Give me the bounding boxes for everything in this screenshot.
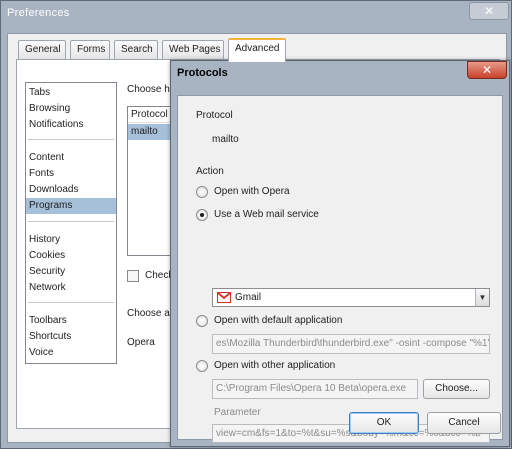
check-checkbox[interactable]	[127, 270, 139, 282]
tab-web-pages[interactable]: Web Pages	[162, 40, 224, 60]
category-fonts[interactable]: Fonts	[26, 166, 116, 182]
protocol-value: mailto	[212, 134, 239, 145]
open-with-default-label[interactable]: Open with default application	[214, 315, 342, 326]
category-toolbars[interactable]: Toolbars	[26, 313, 116, 329]
webmail-service-select[interactable]: Gmail ▼	[212, 288, 490, 307]
category-history[interactable]: History	[26, 232, 116, 248]
dialog-title: Protocols	[177, 67, 228, 79]
open-with-opera-radio[interactable]	[196, 186, 208, 198]
tab-forms[interactable]: Forms	[70, 40, 110, 60]
category-content[interactable]: Content	[26, 150, 116, 166]
close-icon[interactable]: ✕	[469, 2, 509, 20]
window-title: Preferences	[7, 7, 70, 19]
category-cookies[interactable]: Cookies	[26, 248, 116, 264]
category-divider	[28, 302, 114, 303]
gmail-icon	[217, 292, 231, 303]
category-network[interactable]: Network	[26, 280, 116, 296]
choose-handler-text: Choose he	[127, 84, 176, 95]
choose-button[interactable]: Choose...	[423, 379, 490, 399]
cancel-button[interactable]: Cancel	[427, 412, 501, 434]
category-voice[interactable]: Voice	[26, 345, 116, 361]
open-with-default-radio[interactable]	[196, 315, 208, 327]
other-application-field[interactable]: C:\Program Files\Opera 10 Beta\opera.exe	[212, 379, 418, 399]
open-with-other-radio[interactable]	[196, 360, 208, 372]
use-webmail-radio[interactable]	[196, 209, 208, 221]
protocol-label: Protocol	[196, 110, 233, 121]
open-with-other-label[interactable]: Open with other application	[214, 360, 335, 371]
webmail-service-value: Gmail	[235, 292, 262, 303]
open-with-opera-label[interactable]: Open with Opera	[214, 186, 290, 197]
tab-advanced[interactable]: Advanced	[228, 38, 286, 62]
close-icon[interactable]: ✕	[467, 61, 507, 79]
category-tabs[interactable]: Tabs	[26, 85, 116, 101]
opera-label: Opera	[127, 337, 155, 348]
category-notifications[interactable]: Notifications	[26, 117, 116, 133]
action-label: Action	[196, 166, 224, 177]
default-application-field[interactable]: es\Mozilla Thunderbird\thunderbird.exe" …	[212, 334, 490, 354]
protocols-dialog: Protocols ✕ Protocol mailto Action Open …	[170, 60, 510, 447]
use-webmail-label[interactable]: Use a Web mail service	[214, 209, 319, 220]
ok-button[interactable]: OK	[349, 412, 419, 434]
category-browsing[interactable]: Browsing	[26, 101, 116, 117]
choose-application-text: Choose ap	[127, 308, 176, 319]
category-programs[interactable]: Programs	[26, 198, 116, 214]
category-downloads[interactable]: Downloads	[26, 182, 116, 198]
tab-search[interactable]: Search	[114, 40, 158, 60]
category-divider	[28, 221, 114, 222]
tab-general[interactable]: General	[18, 40, 66, 60]
category-divider	[28, 139, 114, 140]
chevron-down-icon[interactable]: ▼	[475, 289, 489, 306]
dialog-body: Protocol mailto Action Open with Opera U…	[177, 95, 503, 443]
category-security[interactable]: Security	[26, 264, 116, 280]
category-list: Tabs Browsing Notifications Content Font…	[25, 82, 117, 364]
parameter-label: Parameter	[214, 407, 261, 418]
category-shortcuts[interactable]: Shortcuts	[26, 329, 116, 345]
